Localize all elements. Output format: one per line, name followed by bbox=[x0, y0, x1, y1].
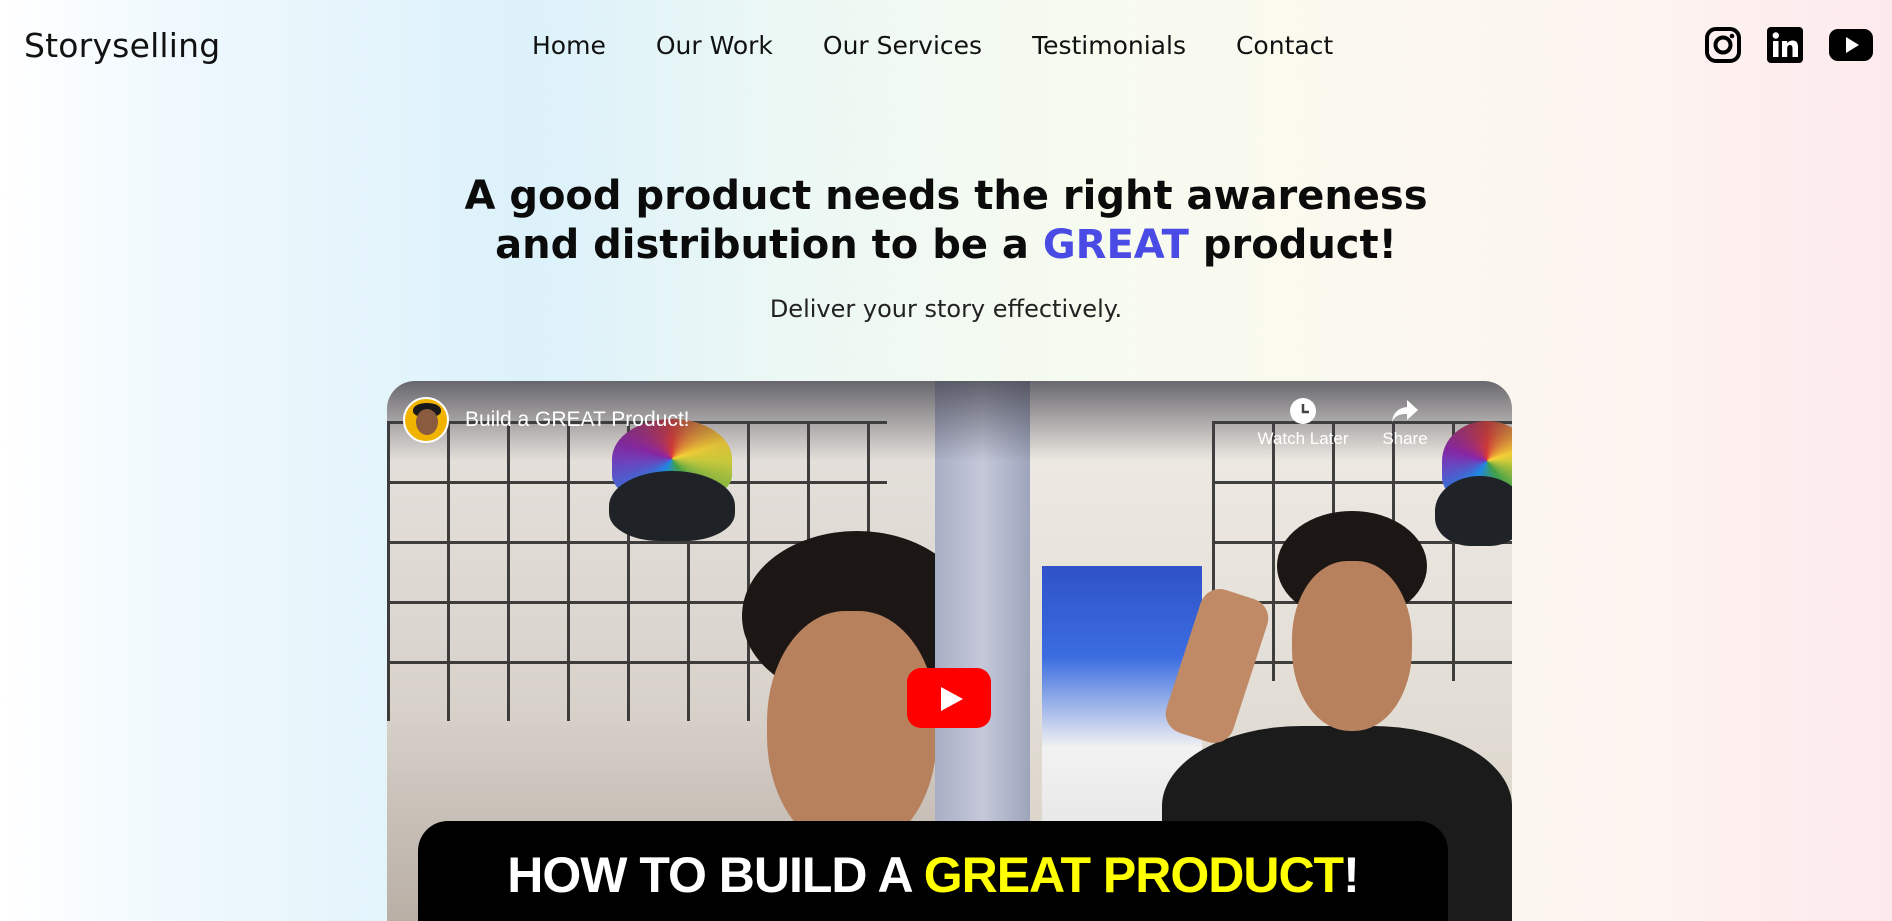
person-left-face bbox=[767, 611, 937, 851]
brand-logo[interactable]: Storyselling bbox=[24, 26, 220, 65]
headline-accent-word: GREAT bbox=[1042, 222, 1189, 268]
nav-our-work[interactable]: Our Work bbox=[656, 31, 773, 60]
channel-avatar[interactable] bbox=[403, 397, 449, 443]
nav-contact[interactable]: Contact bbox=[1236, 31, 1333, 60]
top-navigation: Storyselling Home Our Work Our Services … bbox=[0, 0, 1892, 92]
instagram-icon[interactable] bbox=[1704, 26, 1742, 64]
nav-our-services[interactable]: Our Services bbox=[823, 31, 982, 60]
cap-brim-right bbox=[1435, 476, 1512, 546]
share-label: Share bbox=[1382, 429, 1428, 448]
cap-brim-left bbox=[609, 471, 735, 541]
youtube-video-embed[interactable]: Build a GREAT Product! Watch Later Share… bbox=[387, 381, 1512, 921]
share-button[interactable]: Share bbox=[1355, 397, 1455, 449]
headline-line-1: A good product needs the right awareness bbox=[464, 173, 1428, 219]
main-menu: Home Our Work Our Services Testimonials … bbox=[532, 31, 1333, 60]
clock-icon bbox=[1290, 398, 1316, 424]
nav-testimonials[interactable]: Testimonials bbox=[1032, 31, 1186, 60]
watch-later-label: Watch Later bbox=[1257, 429, 1349, 448]
hero-subtitle: Deliver your story effectively. bbox=[769, 295, 1123, 323]
person-right-face bbox=[1292, 561, 1412, 731]
social-links bbox=[1704, 26, 1874, 64]
avatar-face bbox=[416, 409, 438, 435]
watch-later-button[interactable]: Watch Later bbox=[1253, 397, 1353, 449]
hero-section: A good product needs the right awareness… bbox=[0, 172, 1892, 323]
banner-text: HOW TO BUILD A GREAT PRODUCT! bbox=[418, 845, 1448, 905]
video-thumbnail-banner: HOW TO BUILD A GREAT PRODUCT! bbox=[418, 821, 1448, 921]
youtube-icon[interactable] bbox=[1828, 26, 1874, 64]
headline-line-2-end: product! bbox=[1202, 222, 1397, 268]
play-button[interactable] bbox=[907, 668, 991, 728]
headline-line-2-start: and distribution to be a bbox=[495, 222, 1029, 268]
share-icon bbox=[1392, 400, 1418, 422]
hero-headline: A good product needs the right awareness… bbox=[0, 172, 1892, 270]
nav-home[interactable]: Home bbox=[532, 31, 606, 60]
video-title[interactable]: Build a GREAT Product! bbox=[465, 408, 690, 432]
linkedin-icon[interactable] bbox=[1766, 26, 1804, 64]
